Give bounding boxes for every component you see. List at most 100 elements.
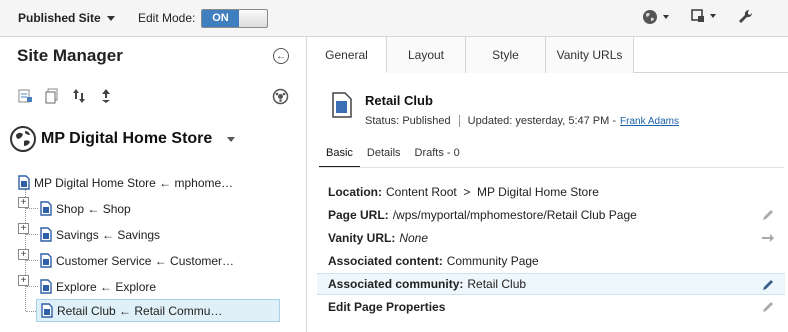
associated-community-value: Retail Club <box>467 277 527 291</box>
tree-item-customer-service[interactable]: Customer Service ← Customer… <box>40 249 234 272</box>
tree-settings-button[interactable] <box>272 88 289 105</box>
tree-item-label: Shop ← Shop <box>56 201 131 216</box>
tree-item-savings[interactable]: Savings ← Savings <box>40 223 160 246</box>
tree-connector <box>26 208 38 209</box>
page-url-row: Page URL: /wps/myportal/mphomestore/Reta… <box>317 204 785 226</box>
site-selector-label: Published Site <box>18 11 101 25</box>
edit-mode-toggle[interactable]: ON <box>201 9 268 28</box>
vanity-url-value: None <box>399 231 429 245</box>
page-icon <box>40 279 52 294</box>
move-page-button[interactable] <box>71 88 87 104</box>
edit-page-url-icon[interactable] <box>761 208 775 222</box>
site-switcher[interactable]: MP Digital Home Store <box>10 126 236 152</box>
duplicate-icon <box>45 88 58 104</box>
subtab-drafts[interactable]: Drafts - 0 <box>408 147 467 168</box>
page-icon <box>18 175 30 190</box>
associated-community-row[interactable]: Associated community: Retail Club <box>317 273 785 295</box>
tree-item-label: Customer Service ← Customer… <box>56 253 235 268</box>
page-properties-panel: General Layout Style Vanity URLs Retail … <box>307 37 788 332</box>
page-url-label: Page URL: <box>328 208 389 222</box>
tree-item-shop[interactable]: Shop ← Shop <box>40 197 131 220</box>
site-name-label: MP Digital Home Store <box>41 130 213 147</box>
panel-title: Site Manager <box>17 46 123 65</box>
location-label: Location: <box>328 185 382 199</box>
expand-customer-service-button[interactable]: + <box>18 249 29 260</box>
associated-content-value: Community Page <box>446 254 539 268</box>
expand-shop-button[interactable]: + <box>18 197 29 208</box>
vanity-url-row: Vanity URL: None <box>317 227 785 249</box>
edit-properties-icon[interactable] <box>761 300 775 314</box>
reorder-page-button[interactable] <box>98 88 114 104</box>
status-value: Published <box>402 115 451 127</box>
page-icon <box>41 303 53 318</box>
expand-explore-button[interactable]: + <box>18 275 29 286</box>
edit-mode-label: Edit Mode: <box>138 11 196 25</box>
duplicate-page-button[interactable] <box>44 88 60 104</box>
expand-savings-button[interactable]: + <box>18 223 29 234</box>
status-label: Status: <box>365 115 400 127</box>
location-row: Location: Content Root > MP Digital Home… <box>317 181 785 203</box>
new-page-icon <box>18 89 32 103</box>
updated-dash: - <box>612 115 617 127</box>
subtab-basic[interactable]: Basic <box>319 147 360 168</box>
associated-community-label: Associated community: <box>328 277 464 291</box>
page-title: Retail Club <box>365 93 433 108</box>
new-page-button[interactable] <box>17 88 33 104</box>
reorder-icon <box>102 89 110 103</box>
edit-page-properties-row[interactable]: Edit Page Properties <box>317 296 785 318</box>
arrow-left-icon: ← <box>276 50 286 62</box>
vanity-url-label: Vanity URL: <box>328 231 396 245</box>
move-arrows-icon <box>73 89 85 103</box>
updated-label: Updated: <box>467 115 513 127</box>
tree-item-label: MP Digital Home Store ← mphome… <box>34 175 234 190</box>
page-icon <box>40 253 52 268</box>
location-value: Content Root > MP Digital Home Store <box>386 185 599 199</box>
globe-icon <box>643 10 657 24</box>
toggle-on-label: ON <box>202 10 239 27</box>
settings-icon <box>272 88 289 105</box>
divider <box>319 167 784 168</box>
edit-community-icon[interactable] <box>761 278 775 292</box>
tree-toolbar <box>17 88 114 104</box>
tree-item-label: Explore ← Explore <box>56 279 157 294</box>
divider <box>458 115 460 127</box>
tree-connector <box>26 311 36 312</box>
arrow-right-icon[interactable] <box>761 231 775 245</box>
tree-connector <box>26 260 38 261</box>
wrench-icon <box>739 9 753 23</box>
chevron-down-icon <box>710 14 716 18</box>
page-status-line: Status: Published Updated: yesterday, 5:… <box>365 115 679 127</box>
tree-connector <box>26 234 38 235</box>
page-icon <box>40 201 52 216</box>
tree-item-retail-club[interactable]: Retail Club ← Retail Commu… <box>36 299 280 322</box>
author-link[interactable]: Frank Adams <box>620 116 679 127</box>
top-toolbar: Published Site Edit Mode: ON <box>0 0 788 37</box>
updated-value: yesterday, 5:47 PM <box>515 115 610 127</box>
page-icon <box>40 227 52 242</box>
tab-general[interactable]: General <box>307 37 387 73</box>
globe-menu-button[interactable] <box>642 9 669 25</box>
chevron-down-icon <box>106 15 115 21</box>
site-selector-dropdown[interactable]: Published Site <box>18 11 115 25</box>
tools-button[interactable] <box>738 9 754 25</box>
tree-connector <box>26 286 38 287</box>
tab-layout[interactable]: Layout <box>387 37 466 73</box>
page-url-value: /wps/myportal/mphomestore/Retail Club Pa… <box>392 208 637 222</box>
page-icon <box>332 92 352 118</box>
chevron-down-icon <box>227 136 236 142</box>
chevron-down-icon <box>663 15 669 19</box>
associated-content-row: Associated content: Community Page <box>317 250 785 272</box>
tree-item-explore[interactable]: Explore ← Explore <box>40 275 156 298</box>
tree-item-root[interactable]: MP Digital Home Store ← mphome… <box>18 171 233 194</box>
site-manager-panel: Site Manager ← MP Digital Home Store MP … <box>0 37 307 332</box>
tab-vanity-urls[interactable]: Vanity URLs <box>546 37 634 73</box>
subtab-details[interactable]: Details <box>360 147 408 168</box>
page-layout-icon <box>691 9 704 22</box>
globe-icon <box>10 126 36 152</box>
layout-menu-button[interactable] <box>691 9 716 23</box>
subtabs: Basic Details Drafts - 0 <box>319 147 467 168</box>
tree-item-label: Retail Club ← Retail Commu… <box>57 303 223 318</box>
tab-style[interactable]: Style <box>466 37 546 73</box>
edit-page-properties-label: Edit Page Properties <box>328 300 446 314</box>
collapse-panel-button[interactable]: ← <box>273 48 289 64</box>
